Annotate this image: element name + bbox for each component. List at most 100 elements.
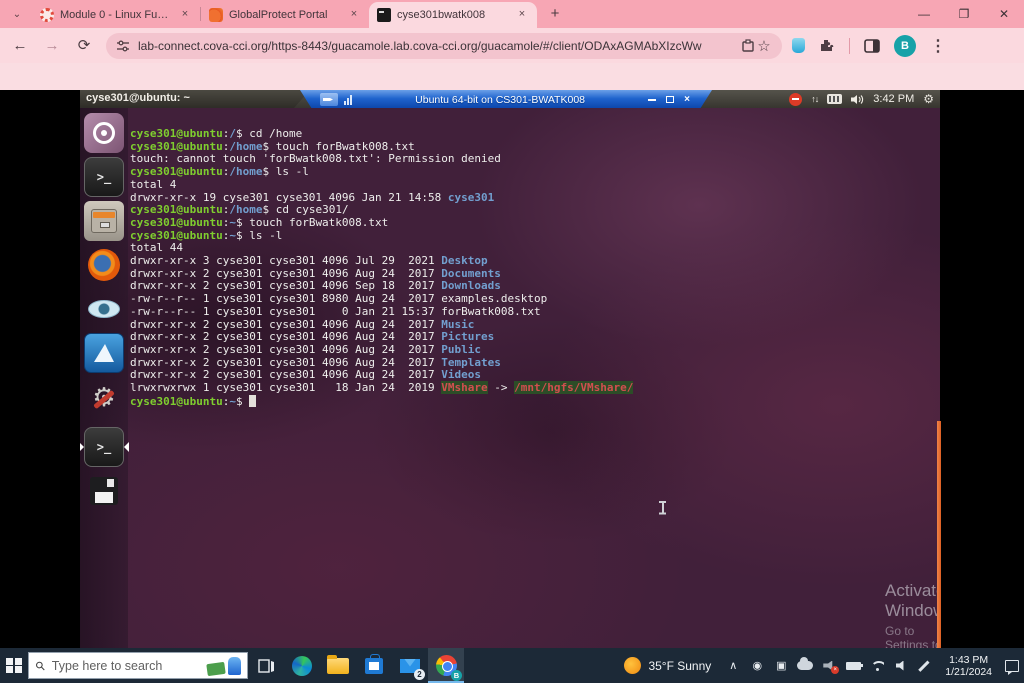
vmware-minimize-button[interactable] <box>648 99 656 101</box>
system-tray: 35°F Sunny ∧ ◉ ▣ × 1:43 PM 1/21/2024 <box>614 648 1024 683</box>
guacamole-page: cyse301@ubuntu: ~ ↑↓ 3:42 PM ⚙ Ubuntu 64… <box>0 90 1024 648</box>
edge-icon[interactable] <box>284 648 320 683</box>
battery-icon[interactable] <box>841 648 865 683</box>
audio-device-error-icon[interactable]: × <box>817 648 841 683</box>
file-manager-icon[interactable] <box>84 201 124 241</box>
canvas-favicon-icon <box>40 8 54 22</box>
task-view-button[interactable] <box>248 648 284 683</box>
ubuntu-clock[interactable]: 3:42 PM <box>873 93 914 105</box>
search-placeholder: Type here to search <box>52 659 205 673</box>
weather-widget[interactable]: 35°F Sunny <box>614 657 721 674</box>
speaker-icon[interactable] <box>889 648 913 683</box>
site-info-icon[interactable] <box>116 39 130 53</box>
menu-kebab-icon[interactable]: ⋮ <box>930 38 946 54</box>
windows-ink-pen-icon[interactable] <box>913 648 937 683</box>
toolbar-right-icons: B ⋮ <box>792 35 946 57</box>
new-tab-button[interactable]: + <box>545 4 565 24</box>
tab-guacamole-active[interactable]: cyse301bwatk008 × <box>369 2 537 28</box>
terminal-line: cyse301@ubuntu:~$ <box>130 395 633 409</box>
terminal-output[interactable]: cyse301@ubuntu:/$ cd /homecyse301@ubuntu… <box>130 128 633 408</box>
tab-title: Module 0 - Linux Fundamental <box>60 9 172 21</box>
orange-scrollbar[interactable] <box>937 421 941 648</box>
focused-marker-icon <box>124 442 129 452</box>
mail-icon[interactable]: 2 <box>392 648 428 683</box>
forward-button[interactable]: → <box>40 34 64 58</box>
activate-windows-watermark: Activate Windows Go to Settings to activ… <box>885 581 940 648</box>
clock-date: 1/21/2024 <box>945 666 992 678</box>
toolbar-divider <box>849 38 850 54</box>
volume-icon[interactable] <box>851 94 864 105</box>
firefox-icon[interactable] <box>84 245 124 285</box>
vmware-pin-icon[interactable] <box>320 93 338 106</box>
window-close-button[interactable]: ✕ <box>984 0 1024 28</box>
taskbar-search-input[interactable]: ⚲ Type here to search <box>28 652 248 679</box>
window-minimize-button[interactable]: — <box>904 0 944 28</box>
taskbar-clock[interactable]: 1:43 PM 1/21/2024 <box>937 654 1000 678</box>
windows-taskbar: ⚲ Type here to search 2 B 35°F Sunny ∧ ◉… <box>0 648 1024 683</box>
start-button[interactable] <box>0 648 28 683</box>
url-text: lab-connect.cova-cci.org/https-8443/guac… <box>138 39 740 53</box>
session-gear-icon[interactable]: ⚙ <box>923 93 934 105</box>
dash-home-icon[interactable] <box>84 113 124 153</box>
chrome-taskbar-icon[interactable]: B <box>428 648 464 683</box>
action-center-icon[interactable] <box>1000 648 1024 683</box>
terminal-window-title: cyse301@ubuntu: ~ <box>86 92 190 104</box>
password-extension-icon[interactable] <box>792 38 805 53</box>
window-restore-button[interactable]: ❐ <box>944 0 984 28</box>
toolbar-lower-band <box>0 63 1024 90</box>
address-bar[interactable]: lab-connect.cova-cci.org/https-8443/guac… <box>106 33 782 59</box>
bookmark-star-icon[interactable]: ☆ <box>756 38 772 54</box>
running-marker-icon <box>80 442 84 452</box>
vmware-toolbar: Ubuntu 64-bit on CS301-BWATK008 × <box>300 90 712 109</box>
profile-avatar[interactable]: B <box>894 35 916 57</box>
vmware-restore-button[interactable] <box>666 96 674 103</box>
microsoft-store-icon[interactable] <box>356 648 392 683</box>
file-explorer-icon[interactable] <box>320 648 356 683</box>
vmware-tray-icon[interactable]: ▣ <box>769 648 793 683</box>
window-controls: — ❐ ✕ <box>904 0 1024 28</box>
floppy-disk-icon[interactable] <box>84 471 124 511</box>
tab-globalprotect[interactable]: GlobalProtect Portal × <box>201 2 369 28</box>
ubuntu-panel-tray: ↑↓ 3:42 PM ⚙ <box>789 90 934 108</box>
wireshark-icon[interactable] <box>84 333 124 373</box>
terminal-line: lrwxrwxrwx 1 cyse301 cyse301 18 Jan 24 2… <box>130 382 633 395</box>
watermark-line2: Go to Settings to activate Windows. <box>885 624 940 648</box>
sun-weather-icon <box>624 657 641 674</box>
terminal-line: cyse301@ubuntu:/home$ ls -l <box>130 166 633 179</box>
vmware-window-controls: × <box>648 95 690 105</box>
tab-title: GlobalProtect Portal <box>229 9 341 21</box>
text-cursor-pointer <box>658 501 667 514</box>
ubuntu-desktop[interactable]: >_ ⚙ >_ cyse301@ubuntu:/$ cd /homecyse30… <box>80 108 940 648</box>
chrome-profile-badge: B <box>451 670 462 681</box>
hidden-icons-chevron[interactable]: ∧ <box>721 648 745 683</box>
remote-desktop-display[interactable]: cyse301@ubuntu: ~ ↑↓ 3:42 PM ⚙ Ubuntu 64… <box>80 90 940 648</box>
network-arrows-icon[interactable]: ↑↓ <box>811 94 818 104</box>
keyboard-layout-icon[interactable] <box>827 94 842 104</box>
terminal-launcher-icon[interactable]: >_ <box>84 157 124 197</box>
mail-badge: 2 <box>414 669 425 680</box>
save-share-icon[interactable] <box>740 38 756 54</box>
record-tray-icon[interactable]: ◉ <box>745 648 769 683</box>
vmware-close-button[interactable]: × <box>684 95 690 105</box>
eye-viewer-icon[interactable] <box>84 289 124 329</box>
globalprotect-favicon-icon <box>209 8 223 22</box>
windows-logo-icon <box>6 658 22 674</box>
reload-button[interactable]: ⟳ <box>72 34 96 58</box>
tab-close-icon[interactable]: × <box>347 8 361 22</box>
side-panel-icon[interactable] <box>864 38 880 54</box>
extensions-puzzle-icon[interactable] <box>819 38 835 54</box>
tab-close-icon[interactable]: × <box>515 8 529 22</box>
tab-title: cyse301bwatk008 <box>397 9 509 21</box>
wifi-icon[interactable] <box>865 648 889 683</box>
tab-close-icon[interactable]: × <box>178 8 192 22</box>
onedrive-cloud-icon[interactable] <box>793 648 817 683</box>
system-tools-icon[interactable]: ⚙ <box>84 377 124 417</box>
tab-module0[interactable]: Module 0 - Linux Fundamental × <box>32 2 200 28</box>
update-notifier-icon[interactable] <box>789 93 802 106</box>
search-highlight-illustration[interactable] <box>205 653 245 678</box>
tab-search-button[interactable]: ⌄ <box>8 5 26 23</box>
browser-toolbar: ← → ⟳ lab-connect.cova-cci.org/https-844… <box>0 28 1024 63</box>
back-button[interactable]: ← <box>8 34 32 58</box>
vmware-session-title: Ubuntu 64-bit on CS301-BWATK008 <box>352 94 648 106</box>
terminal-active-icon[interactable]: >_ <box>84 427 124 467</box>
